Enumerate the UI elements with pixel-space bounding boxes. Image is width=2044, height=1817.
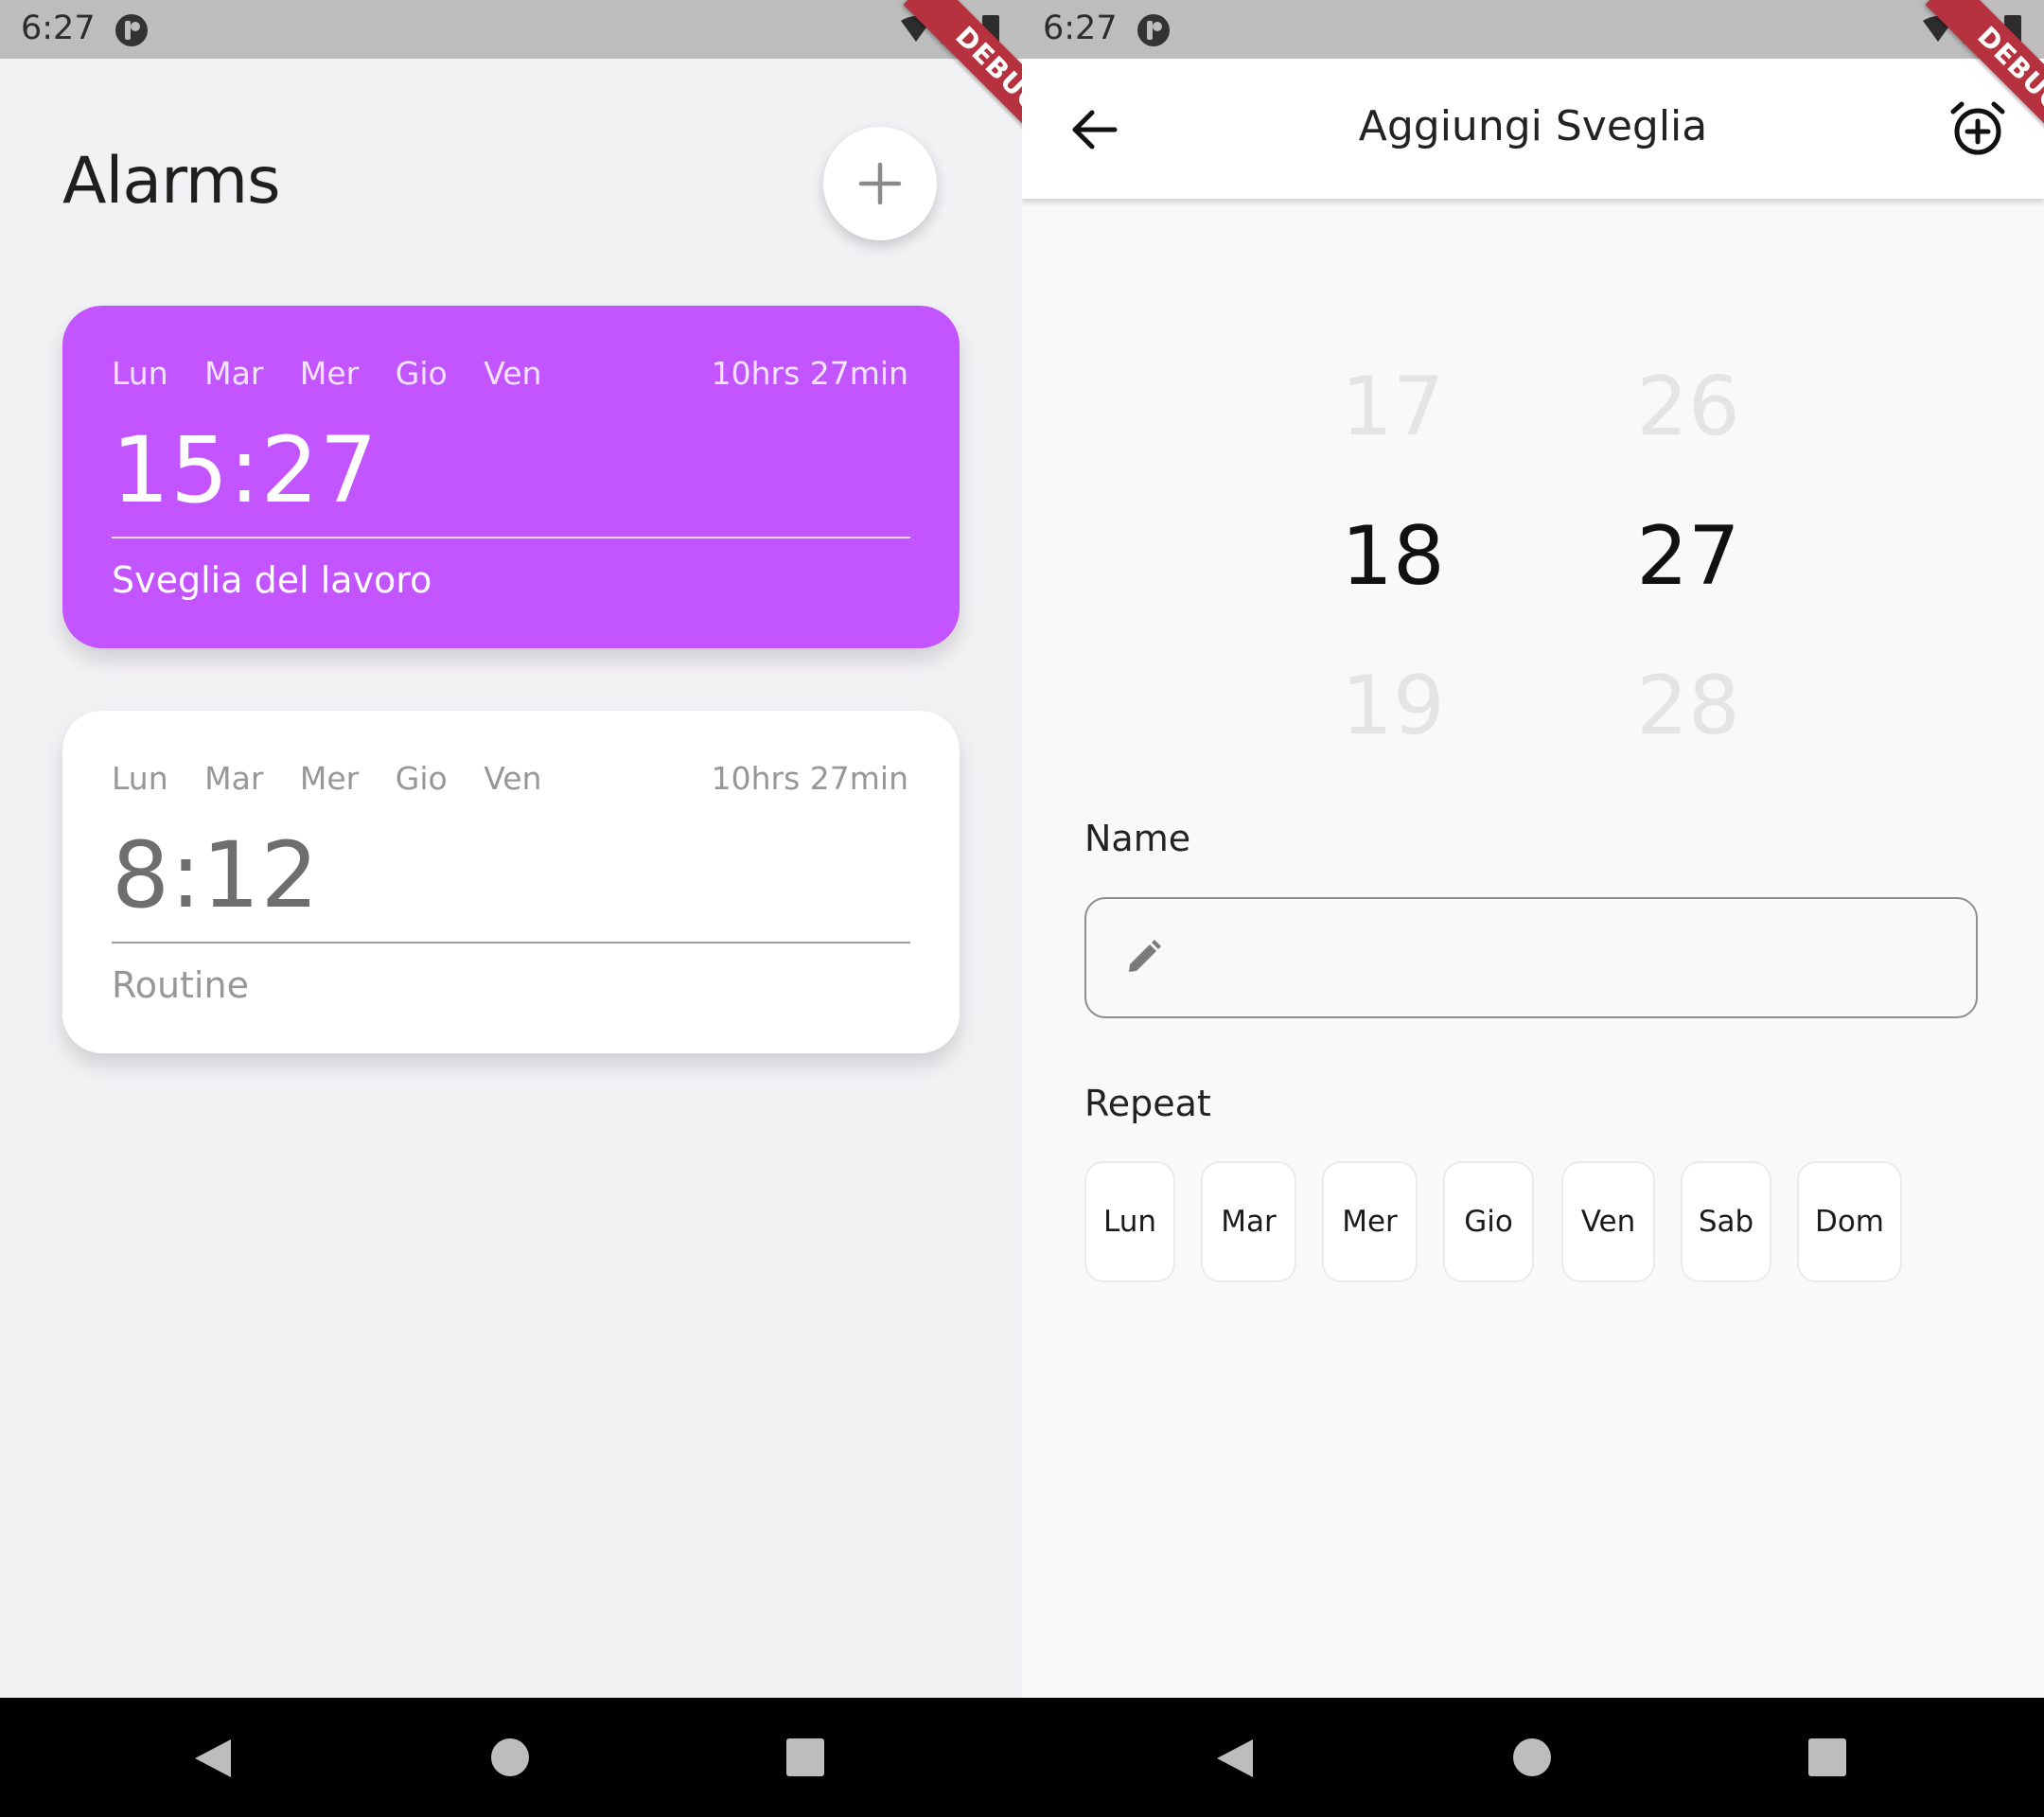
- repeat-day-ven[interactable]: Ven: [1561, 1161, 1655, 1282]
- name-label: Name: [1084, 818, 1191, 859]
- alarm-days: Lun Mar Mer Gio Ven: [112, 355, 568, 392]
- app-notification-icon: [1137, 14, 1170, 46]
- day-label: Mar: [204, 355, 264, 392]
- alarm-time: 8:12: [112, 822, 320, 928]
- minute-next[interactable]: 28: [1594, 659, 1783, 753]
- status-time: 6:27: [21, 9, 96, 47]
- back-triangle-icon[interactable]: [193, 1738, 233, 1779]
- alarm-card[interactable]: Lun Mar Mer Gio Ven 10hrs 27min 15:27 Sv…: [62, 306, 960, 648]
- divider: [112, 942, 910, 944]
- day-label: Lun: [112, 760, 168, 797]
- hour-picker[interactable]: 17 18 19: [1298, 360, 1488, 757]
- time-remaining: 10hrs 27min: [711, 760, 908, 797]
- alarm-name: Routine: [112, 964, 249, 1006]
- repeat-day-mar[interactable]: Mar: [1201, 1161, 1296, 1282]
- repeat-label: Repeat: [1084, 1083, 1211, 1124]
- hour-selected[interactable]: 18: [1298, 509, 1488, 604]
- hour-prev[interactable]: 17: [1298, 360, 1488, 454]
- day-label: Mar: [204, 760, 264, 797]
- status-time: 6:27: [1043, 9, 1118, 47]
- repeat-day-mer[interactable]: Mer: [1322, 1161, 1418, 1282]
- day-label: Gio: [395, 760, 448, 797]
- add-alarm-button[interactable]: [823, 127, 937, 240]
- alarm-time: 15:27: [112, 417, 379, 523]
- app-bar: Aggiungi Sveglia: [1022, 59, 2044, 199]
- recents-square-icon[interactable]: [785, 1738, 825, 1777]
- add-alarm-screen: Aggiungi Sveglia 6:27 DEBUG 17 18 19 26 …: [1022, 0, 2044, 1817]
- alarm-card[interactable]: Lun Mar Mer Gio Ven 10hrs 27min 8:12 Rou…: [62, 711, 960, 1053]
- day-label: Mer: [299, 760, 360, 797]
- page-title: Aggiungi Sveglia: [1358, 102, 1708, 150]
- divider: [112, 537, 910, 538]
- day-label: Gio: [395, 355, 448, 392]
- repeat-day-sab[interactable]: Sab: [1681, 1161, 1771, 1282]
- day-label: Mer: [299, 355, 360, 392]
- minute-picker[interactable]: 26 27 28: [1594, 360, 1783, 757]
- alarm-name: Sveglia del lavoro: [112, 559, 432, 601]
- back-triangle-icon[interactable]: [1215, 1738, 1255, 1779]
- page-title: Alarms: [62, 144, 281, 219]
- minute-prev[interactable]: 26: [1594, 360, 1783, 454]
- status-bar: 6:27: [1022, 0, 2044, 59]
- home-circle-icon[interactable]: [490, 1738, 530, 1777]
- alarms-screen: 6:27 DEBUG Alarms Lun Mar Mer Gio Ven 10…: [0, 0, 1022, 1817]
- system-nav-bar: [0, 1698, 2044, 1817]
- repeat-day-gio[interactable]: Gio: [1443, 1161, 1534, 1282]
- pencil-icon: [1129, 940, 1161, 972]
- alarm-add-icon[interactable]: [1947, 98, 2008, 159]
- name-input[interactable]: [1084, 897, 1978, 1018]
- time-remaining: 10hrs 27min: [711, 355, 908, 392]
- home-circle-icon[interactable]: [1512, 1738, 1552, 1777]
- day-label: Ven: [484, 760, 542, 797]
- repeat-day-lun[interactable]: Lun: [1084, 1161, 1175, 1282]
- hour-next[interactable]: 19: [1298, 659, 1488, 753]
- recents-square-icon[interactable]: [1807, 1738, 1847, 1777]
- alarm-days: Lun Mar Mer Gio Ven: [112, 760, 568, 797]
- app-notification-icon: [115, 14, 148, 46]
- day-label: Ven: [484, 355, 542, 392]
- day-label: Lun: [112, 355, 168, 392]
- plus-icon: [858, 162, 902, 205]
- minute-selected[interactable]: 27: [1594, 509, 1783, 604]
- status-bar: 6:27: [0, 0, 1022, 59]
- repeat-day-dom[interactable]: Dom: [1797, 1161, 1902, 1282]
